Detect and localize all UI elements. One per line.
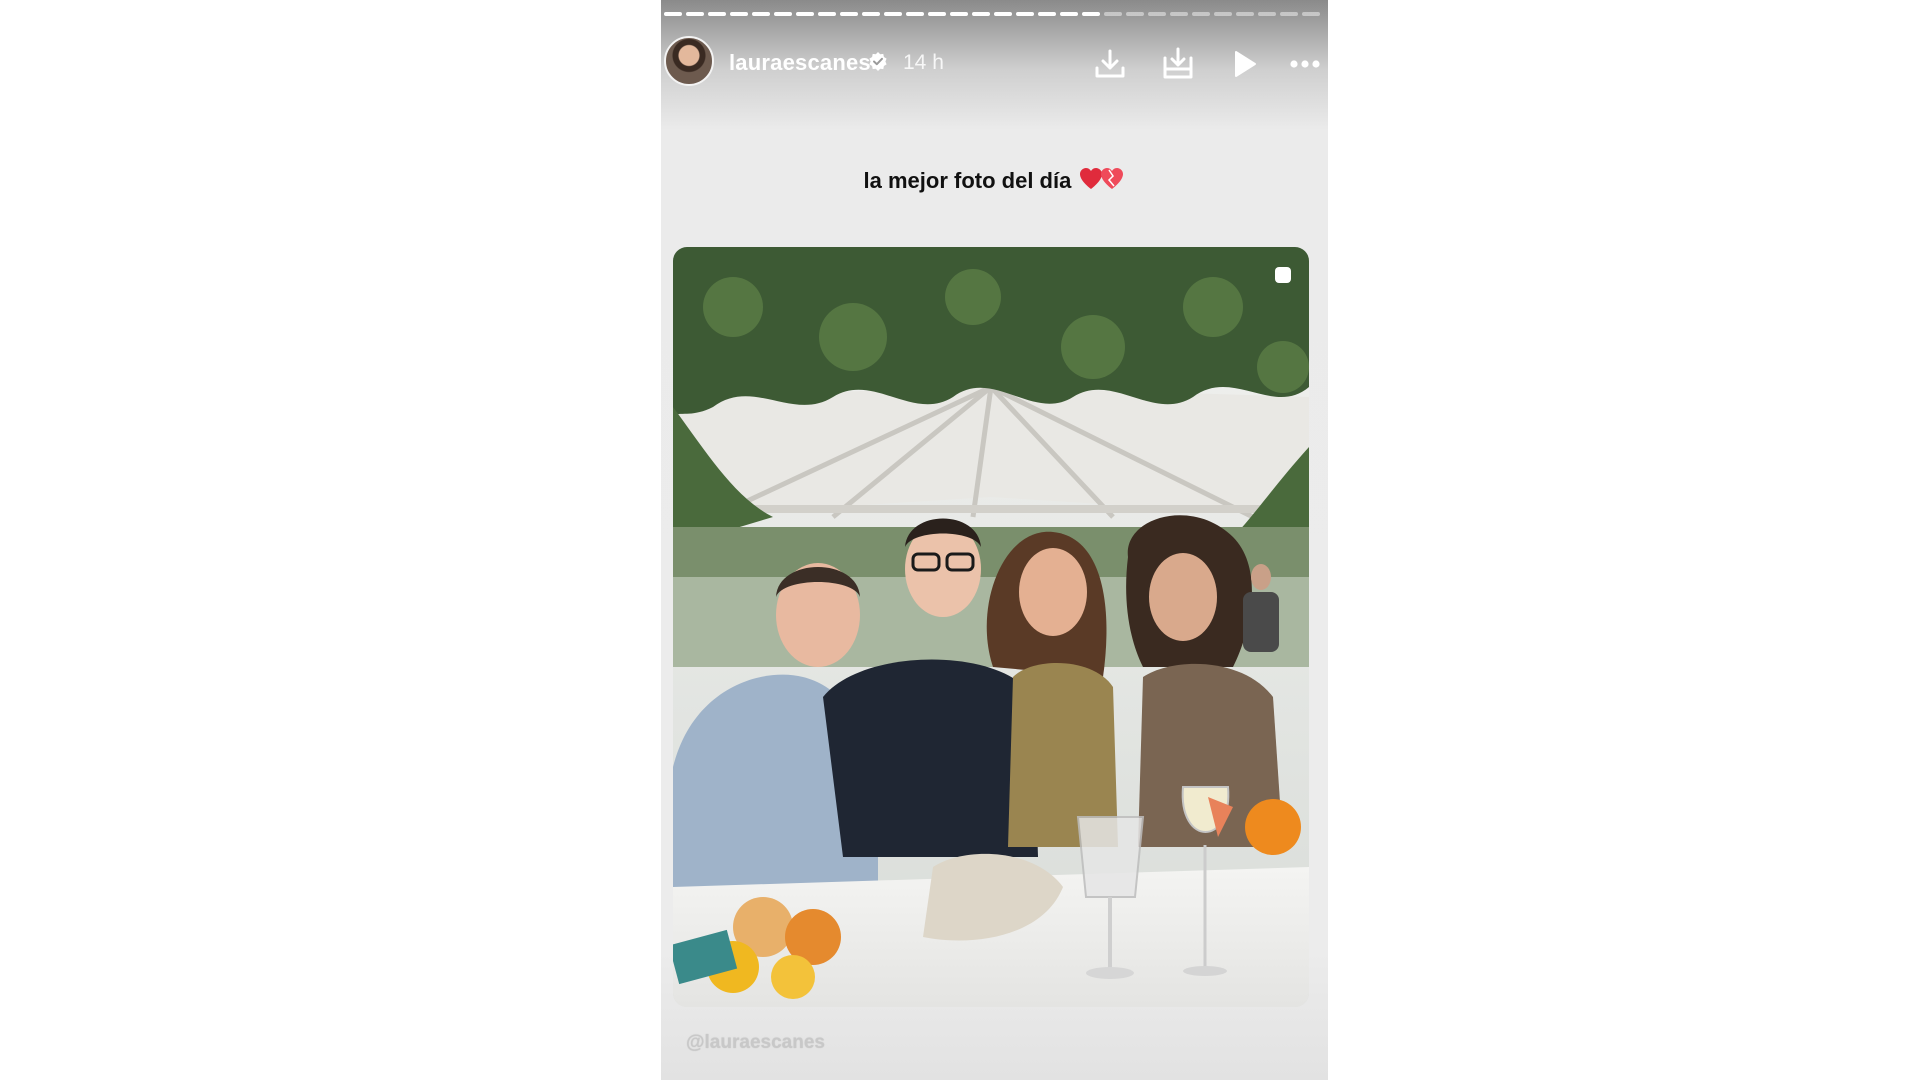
save-to-device-icon[interactable] xyxy=(1158,44,1198,84)
progress-segment xyxy=(928,12,946,16)
story-viewer[interactable]: lauraescanes 14 h la mejor foto del día xyxy=(661,0,1328,1080)
progress-segment xyxy=(752,12,770,16)
progress-segment xyxy=(1104,12,1122,16)
group-photo-image xyxy=(673,247,1309,1007)
progress-segment xyxy=(708,12,726,16)
progress-segment xyxy=(950,12,968,16)
progress-segment xyxy=(796,12,814,16)
progress-segment xyxy=(1170,12,1188,16)
progress-segment xyxy=(774,12,792,16)
play-icon[interactable] xyxy=(1224,44,1264,84)
progress-segment xyxy=(1236,12,1254,16)
progress-segment xyxy=(1192,12,1210,16)
progress-segment xyxy=(1280,12,1298,16)
caption-text: la mejor foto del día xyxy=(863,168,1072,193)
story-header: lauraescanes 14 h xyxy=(661,36,1328,90)
progress-segment xyxy=(1258,12,1276,16)
profile-avatar[interactable] xyxy=(664,36,714,86)
more-options-icon[interactable] xyxy=(1285,44,1325,84)
story-caption: la mejor foto del día xyxy=(661,167,1328,194)
progress-segment xyxy=(906,12,924,16)
progress-segment xyxy=(1082,12,1100,16)
progress-segment xyxy=(1060,12,1078,16)
heart-emoji-icon xyxy=(1080,168,1124,189)
progress-segment xyxy=(664,12,682,16)
progress-segment xyxy=(884,12,902,16)
download-icon[interactable] xyxy=(1090,44,1130,84)
progress-segment xyxy=(1302,12,1320,16)
multi-photo-icon xyxy=(1275,267,1291,283)
progress-segment xyxy=(1126,12,1144,16)
story-progress-bar xyxy=(664,12,1320,16)
progress-segment xyxy=(730,12,748,16)
progress-segment xyxy=(840,12,858,16)
username-link[interactable]: lauraescanes xyxy=(729,50,871,76)
progress-segment xyxy=(1148,12,1166,16)
post-time: 14 h xyxy=(903,51,944,74)
progress-segment xyxy=(862,12,880,16)
progress-segment xyxy=(818,12,836,16)
shared-post-photo[interactable] xyxy=(673,247,1309,1007)
progress-segment xyxy=(972,12,990,16)
progress-segment xyxy=(1016,12,1034,16)
verified-badge-icon xyxy=(869,52,887,71)
progress-segment xyxy=(1214,12,1232,16)
progress-segment xyxy=(994,12,1012,16)
progress-segment xyxy=(1038,12,1056,16)
author-watermark: @lauraescanes xyxy=(686,1032,825,1053)
progress-segment xyxy=(686,12,704,16)
